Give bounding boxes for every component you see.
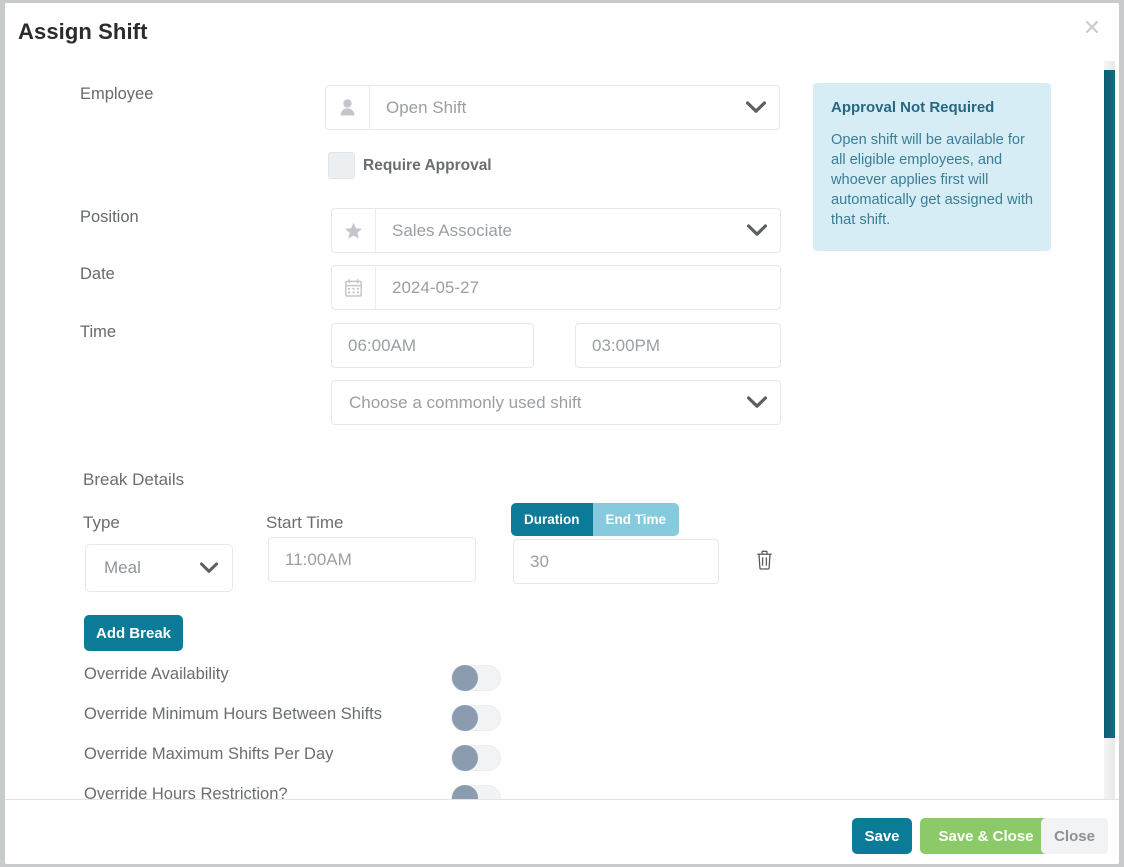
user-icon <box>326 86 370 129</box>
break-start-time-input[interactable]: 11:00AM <box>268 537 476 582</box>
employee-value: Open Shift <box>386 97 467 117</box>
callout-body: Open shift will be available for all eli… <box>831 132 1033 228</box>
override-availability-label: Override Availability <box>84 665 229 683</box>
break-details-title: Break Details <box>83 470 185 489</box>
vertical-scrollbar-thumb[interactable] <box>1104 70 1115 738</box>
common-shift-select[interactable]: Choose a commonly used shift <box>331 380 781 425</box>
save-button[interactable]: Save <box>852 818 912 854</box>
date-label: Date <box>80 265 115 283</box>
require-approval-checkbox[interactable] <box>328 152 355 179</box>
override-availability-toggle[interactable] <box>451 665 501 691</box>
page-backdrop: Assign Shift ✕ Employee Open Shift Requi… <box>0 0 1124 867</box>
position-label: Position <box>80 208 139 226</box>
end-time-input[interactable]: 03:00PM <box>575 323 781 368</box>
override-max-shifts-label: Override Maximum Shifts Per Day <box>84 745 334 763</box>
break-type-value: Meal <box>104 558 141 577</box>
calendar-icon <box>332 266 376 309</box>
break-mode-toggle[interactable]: Duration End Time <box>511 503 680 536</box>
approval-callout: Approval Not Required Open shift will be… <box>813 83 1051 251</box>
save-and-close-button[interactable]: Save & Close <box>920 818 1052 854</box>
add-break-button[interactable]: Add Break <box>84 615 183 651</box>
start-time-input[interactable]: 06:00AM <box>331 323 534 368</box>
callout-title: Approval Not Required <box>831 99 995 116</box>
break-mode-duration[interactable]: Duration <box>511 503 593 536</box>
break-type-select[interactable]: Meal <box>85 544 233 592</box>
toggle-knob <box>452 705 478 731</box>
time-label: Time <box>80 323 117 341</box>
close-button[interactable]: Close <box>1041 818 1108 854</box>
common-shift-placeholder: Choose a commonly used shift <box>349 392 582 412</box>
chevron-down-icon[interactable] <box>200 562 218 574</box>
override-hours-restriction-label: Override Hours Restriction? <box>84 785 288 800</box>
require-approval-label: Require Approval <box>363 157 492 174</box>
page-title: Assign Shift <box>18 19 148 44</box>
toggle-knob <box>452 665 478 691</box>
break-type-header: Type <box>83 513 120 532</box>
toggle-knob <box>452 785 478 799</box>
break-mode-end-time[interactable]: End Time <box>592 503 680 536</box>
break-start-time-header: Start Time <box>266 513 344 532</box>
chevron-down-icon[interactable] <box>734 209 780 252</box>
position-select[interactable]: Sales Associate <box>331 208 781 253</box>
override-min-hours-label: Override Minimum Hours Between Shifts <box>84 705 383 723</box>
override-max-shifts-toggle[interactable] <box>451 745 501 771</box>
chevron-down-icon[interactable] <box>733 86 779 129</box>
date-field[interactable]: 2024-05-27 <box>331 265 781 310</box>
trash-icon[interactable] <box>756 550 773 570</box>
employee-select[interactable]: Open Shift <box>325 85 780 130</box>
override-min-hours-toggle[interactable] <box>451 705 501 731</box>
employee-label: Employee <box>80 85 154 103</box>
break-duration-input[interactable]: 30 <box>513 539 719 584</box>
modal-header: Assign Shift ✕ <box>5 3 1119 61</box>
close-icon[interactable]: ✕ <box>1079 16 1105 42</box>
override-hours-restriction-toggle[interactable] <box>451 785 501 799</box>
assign-shift-modal: Assign Shift ✕ Employee Open Shift Requi… <box>5 3 1119 864</box>
modal-body: Employee Open Shift Require Approval Pos… <box>5 61 1119 800</box>
toggle-knob <box>452 745 478 771</box>
date-value: 2024-05-27 <box>392 277 479 297</box>
position-value: Sales Associate <box>392 220 513 240</box>
chevron-down-icon[interactable] <box>734 381 780 424</box>
modal-footer: Save Save & Close Close <box>5 801 1119 864</box>
star-icon <box>332 209 376 252</box>
